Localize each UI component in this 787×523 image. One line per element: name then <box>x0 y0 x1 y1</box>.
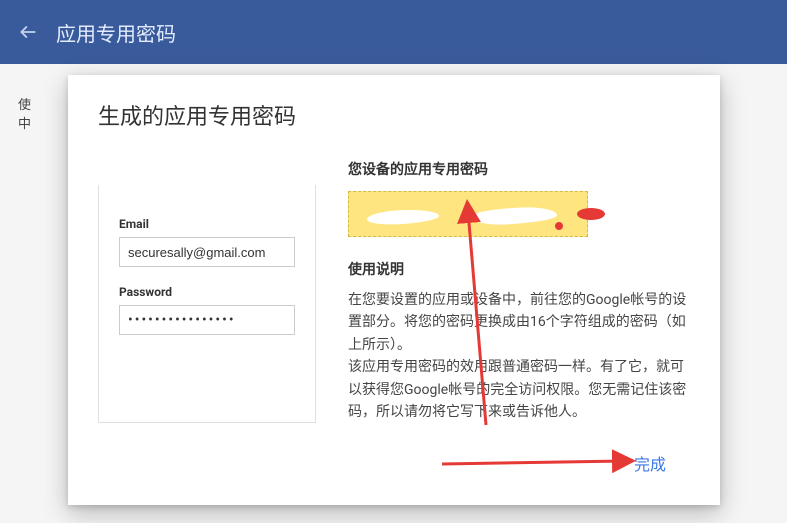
header-bar: 应用专用密码 <box>0 0 787 64</box>
modal-dialog: 生成的应用专用密码 Email Password •••••••••••••••… <box>68 75 720 505</box>
bg-fragment-2: 中 <box>18 117 31 132</box>
annotation-arrow-icon <box>438 453 638 473</box>
device-password-heading: 您设备的应用专用密码 <box>348 159 690 179</box>
login-preview-panel: Email Password •••••••••••••••• <box>98 185 316 423</box>
right-panel: 您设备的应用专用密码 使用说明 在您要设置的应用或设备中，前往您的Google帐… <box>348 159 690 423</box>
instructions-heading: 使用说明 <box>348 259 690 279</box>
password-field[interactable]: •••••••••••••••• <box>119 305 295 335</box>
redaction-scribble-icon <box>471 206 558 226</box>
annotation-dot-icon <box>555 222 563 230</box>
dialog-title: 生成的应用专用密码 <box>98 99 690 131</box>
email-field[interactable] <box>119 237 295 267</box>
generated-password-box <box>348 191 588 237</box>
instructions-body: 在您要设置的应用或设备中，前往您的Google帐号的设置部分。将您的密码更换成由… <box>348 289 690 423</box>
dialog-body: Email Password •••••••••••••••• 您设备的应用专用… <box>98 159 690 423</box>
bg-fragment-1: 使 <box>18 98 31 113</box>
back-arrow-icon[interactable] <box>16 20 40 44</box>
password-label: Password <box>119 285 295 299</box>
background-text-fragment: 使 中 <box>18 94 31 132</box>
email-label: Email <box>119 217 295 231</box>
header-title: 应用专用密码 <box>56 18 176 47</box>
redaction-scribble-icon <box>367 208 440 227</box>
done-button[interactable]: 完成 <box>624 445 676 481</box>
annotation-mark-icon <box>577 208 605 220</box>
